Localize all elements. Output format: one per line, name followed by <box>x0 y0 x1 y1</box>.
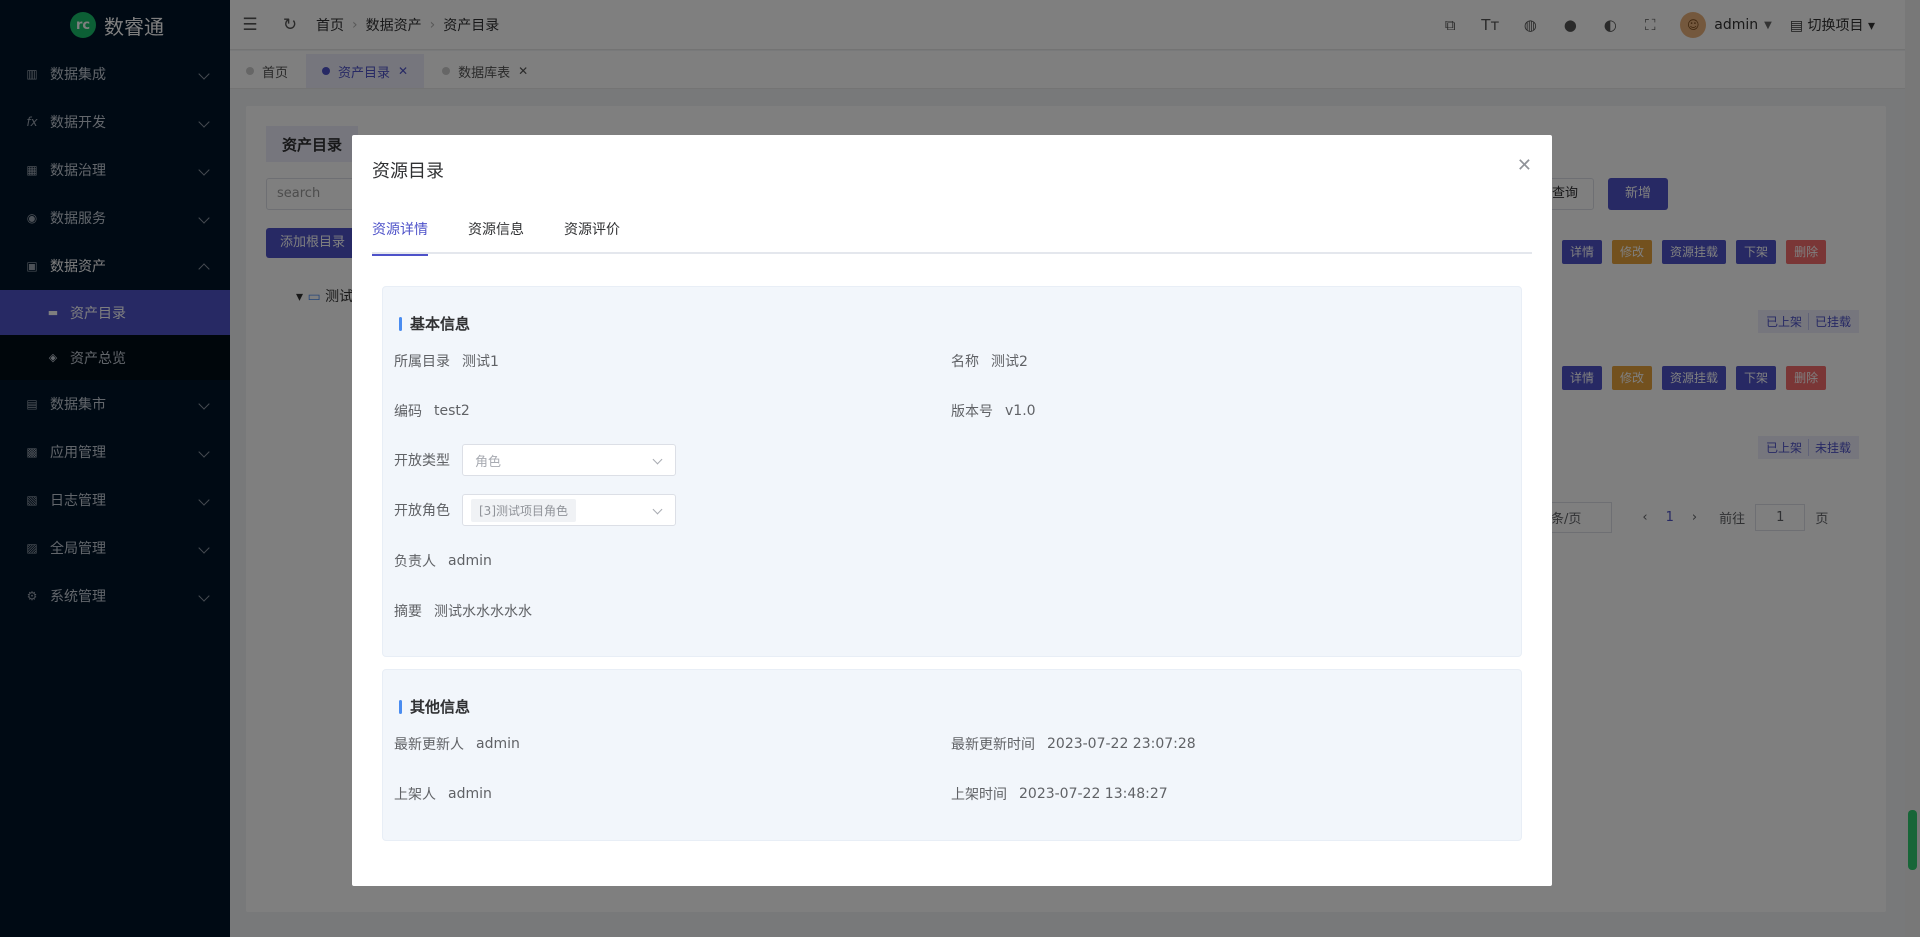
field-open-role: 开放角色 [3]测试项目角色 <box>394 494 676 526</box>
field-open-type: 开放类型 角色 <box>394 444 676 476</box>
field-value: admin <box>448 786 492 802</box>
tab-resource-detail[interactable]: 资源详情 <box>372 218 428 256</box>
other-info-section: 其他信息 最新更新人 admin 最新更新时间 2023-07-22 23:07:2… <box>382 669 1522 841</box>
field-label: 负责人 <box>394 554 436 570</box>
field-value: test2 <box>434 403 470 419</box>
field-catalog: 所属目录 测试1 <box>394 351 499 371</box>
field-label: 上架时间 <box>951 787 1007 803</box>
field-value: v1.0 <box>1005 403 1036 419</box>
dialog-tabs: 资源详情 资源信息 资源评价 <box>372 218 1532 256</box>
field-version: 版本号 v1.0 <box>951 401 1036 421</box>
section-title: 基本信息 <box>399 313 470 334</box>
field-label: 开放类型 <box>394 453 450 469</box>
close-icon[interactable]: ✕ <box>1517 155 1532 176</box>
field-label: 名称 <box>951 354 979 370</box>
field-label: 上架人 <box>394 787 436 803</box>
field-value: 测试2 <box>991 354 1028 370</box>
field-publish-time: 上架时间 2023-07-22 13:48:27 <box>951 784 1168 804</box>
field-name: 名称 测试2 <box>951 351 1028 371</box>
section-marker-icon <box>399 316 402 331</box>
field-summary: 摘要 测试水水水水水 <box>394 601 532 621</box>
resource-catalog-dialog: 资源目录 ✕ 资源详情 资源信息 资源评价 基本信息 所属目录 测试1 名称 测试2… <box>352 135 1552 886</box>
chevron-down-icon <box>652 454 663 465</box>
field-owner: 负责人 admin <box>394 551 492 571</box>
section-marker-icon <box>399 699 402 714</box>
tab-resource-info[interactable]: 资源信息 <box>468 218 524 254</box>
field-value: admin <box>476 736 520 752</box>
field-label: 开放角色 <box>394 503 450 519</box>
field-label: 最新更新人 <box>394 737 464 753</box>
field-value: 测试水水水水水 <box>434 604 532 620</box>
field-value: 2023-07-22 23:07:28 <box>1047 736 1196 752</box>
open-role-select[interactable]: [3]测试项目角色 <box>462 494 676 526</box>
select-placeholder: 角色 <box>475 454 502 470</box>
field-value: admin <box>448 553 492 569</box>
tab-resource-review[interactable]: 资源评价 <box>564 218 620 254</box>
section-title: 其他信息 <box>399 696 470 717</box>
field-updater: 最新更新人 admin <box>394 734 520 754</box>
field-publisher: 上架人 admin <box>394 784 492 804</box>
field-code: 编码 test2 <box>394 401 470 421</box>
field-label: 编码 <box>394 404 422 420</box>
chevron-down-icon <box>652 504 663 515</box>
field-label: 版本号 <box>951 404 993 420</box>
section-title-text: 基本信息 <box>410 315 471 333</box>
role-tag: [3]测试项目角色 <box>471 498 576 522</box>
open-type-select[interactable]: 角色 <box>462 444 676 476</box>
field-label: 最新更新时间 <box>951 737 1035 753</box>
section-title-text: 其他信息 <box>410 698 471 716</box>
basic-info-section: 基本信息 所属目录 测试1 名称 测试2 编码 test2 版本号 v1.0 开放类型 … <box>382 286 1522 657</box>
field-label: 摘要 <box>394 604 422 620</box>
field-value: 测试1 <box>462 354 499 370</box>
field-value: 2023-07-22 13:48:27 <box>1019 786 1168 802</box>
dialog-title: 资源目录 <box>372 161 444 182</box>
field-update-time: 最新更新时间 2023-07-22 23:07:28 <box>951 734 1196 754</box>
field-label: 所属目录 <box>394 354 450 370</box>
